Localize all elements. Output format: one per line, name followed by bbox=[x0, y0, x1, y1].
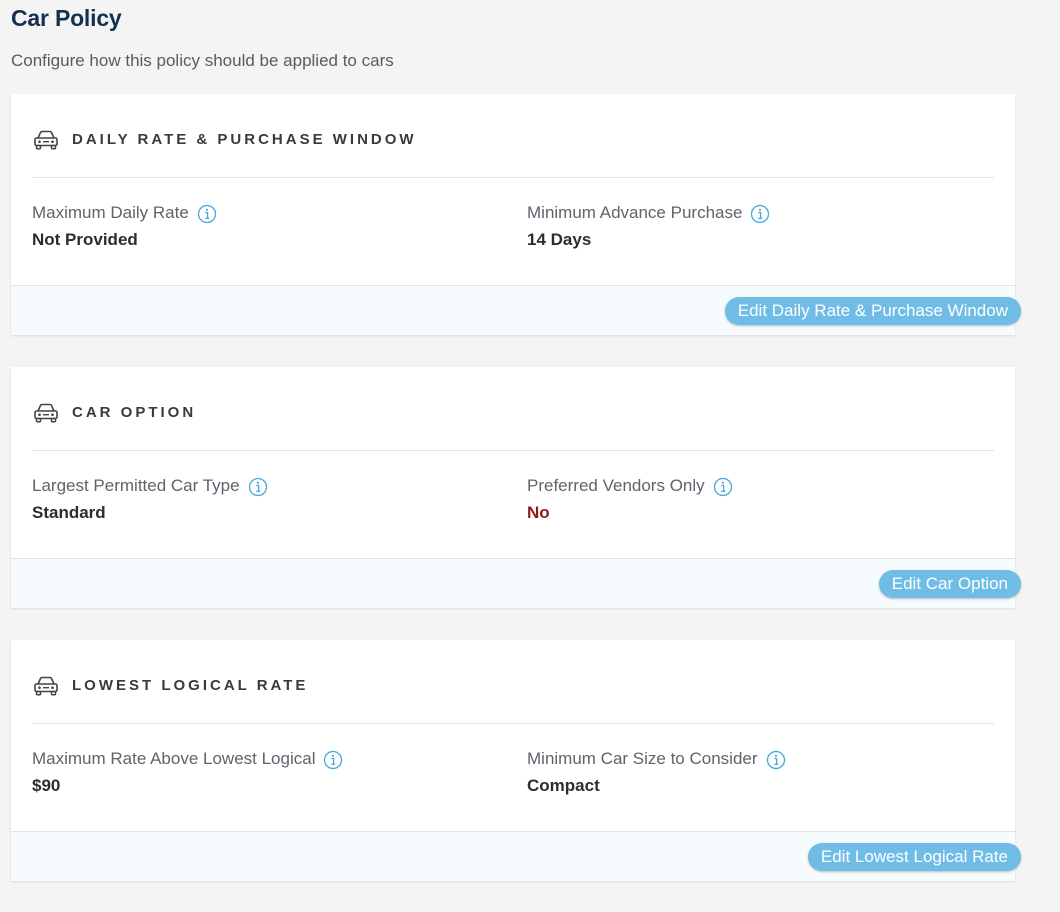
field-preferred-vendors-only: Preferred Vendors Only No bbox=[527, 474, 733, 523]
section-title: Daily Rate & Purchase Window bbox=[72, 131, 417, 148]
section-lowest-logical-rate: Lowest Logical Rate Maximum Rate Above L… bbox=[11, 640, 1021, 881]
field-label: Maximum Daily Rate bbox=[32, 203, 189, 222]
field-label: Preferred Vendors Only bbox=[527, 476, 705, 495]
section-header: Daily Rate & Purchase Window bbox=[32, 94, 994, 178]
info-icon[interactable] bbox=[248, 477, 268, 497]
page-title: Car Policy bbox=[11, 5, 122, 31]
field-maximum-rate-above-lowest-logical: Maximum Rate Above Lowest Logical $90 bbox=[32, 747, 343, 796]
info-icon[interactable] bbox=[197, 204, 217, 224]
section-daily-rate-purchase-window: Daily Rate & Purchase Window Maximum Dai… bbox=[11, 94, 1021, 335]
field-value: Standard bbox=[32, 503, 106, 522]
section-title: Lowest Logical Rate bbox=[72, 677, 309, 694]
edit-car-option-button[interactable]: Edit Car Option bbox=[878, 570, 1021, 598]
section-header: Car Option bbox=[32, 367, 994, 451]
field-value: No bbox=[527, 503, 550, 522]
field-value: 14 Days bbox=[527, 230, 592, 249]
car-icon bbox=[33, 130, 59, 150]
page-subtitle: Configure how this policy should be appl… bbox=[11, 51, 394, 70]
car-icon bbox=[33, 403, 59, 423]
field-label: Maximum Rate Above Lowest Logical bbox=[32, 749, 316, 768]
edit-lowest-logical-rate-button[interactable]: Edit Lowest Logical Rate bbox=[807, 843, 1021, 871]
info-icon[interactable] bbox=[766, 750, 786, 770]
edit-daily-rate-purchase-window-button[interactable]: Edit Daily Rate & Purchase Window bbox=[724, 297, 1021, 325]
section-footer: Edit Car Option bbox=[11, 558, 1021, 608]
section-footer: Edit Lowest Logical Rate bbox=[11, 831, 1021, 881]
info-icon[interactable] bbox=[750, 204, 770, 224]
field-maximum-daily-rate: Maximum Daily Rate Not Provided bbox=[32, 201, 217, 250]
section-title: Car Option bbox=[72, 404, 197, 421]
info-icon[interactable] bbox=[323, 750, 343, 770]
field-value: $90 bbox=[32, 776, 61, 795]
field-minimum-car-size-to-consider: Minimum Car Size to Consider Compact bbox=[527, 747, 786, 796]
field-label: Minimum Car Size to Consider bbox=[527, 749, 758, 768]
field-label: Largest Permitted Car Type bbox=[32, 476, 240, 495]
section-car-option: Car Option Largest Permitted Car Type St… bbox=[11, 367, 1021, 608]
field-value: Not Provided bbox=[32, 230, 138, 249]
section-footer: Edit Daily Rate & Purchase Window bbox=[11, 285, 1021, 335]
field-minimum-advance-purchase: Minimum Advance Purchase 14 Days bbox=[527, 201, 770, 250]
page: Car Policy Configure how this policy sho… bbox=[0, 0, 1060, 912]
info-icon[interactable] bbox=[713, 477, 733, 497]
field-largest-permitted-car-type: Largest Permitted Car Type Standard bbox=[32, 474, 268, 523]
field-value: Compact bbox=[527, 776, 600, 795]
section-header: Lowest Logical Rate bbox=[32, 640, 994, 724]
field-label: Minimum Advance Purchase bbox=[527, 203, 743, 222]
car-icon bbox=[33, 676, 59, 696]
